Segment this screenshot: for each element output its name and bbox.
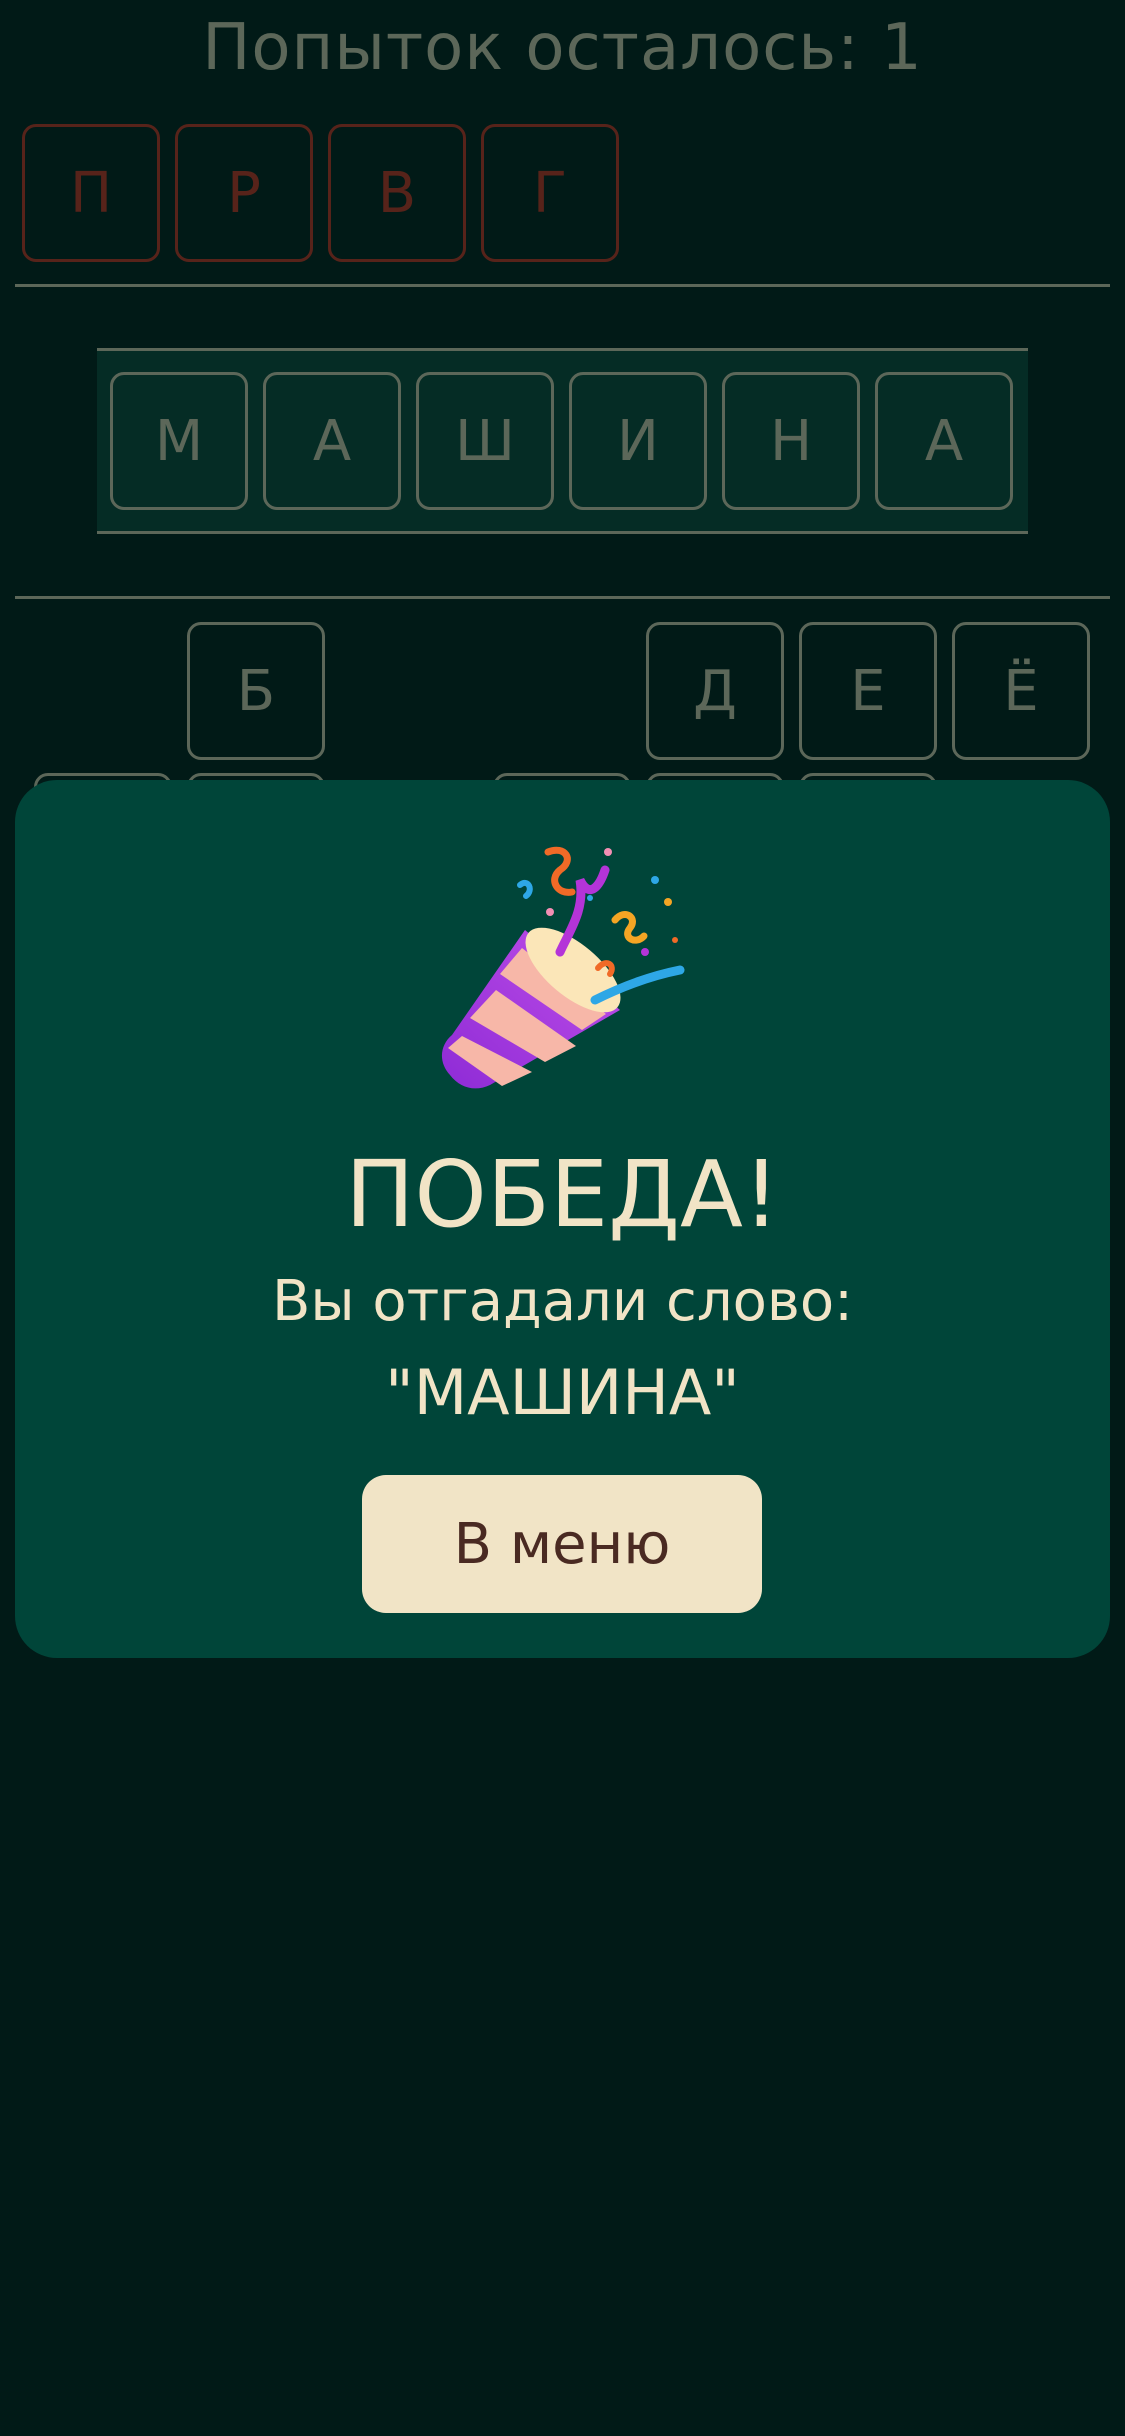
- party-popper-icon: [441, 846, 685, 1089]
- keyboard-key[interactable]: Д: [646, 622, 784, 760]
- attempts-counter: Попыток осталось: 1: [202, 11, 923, 85]
- guessed-word-text: "МАШИНА": [385, 1356, 740, 1429]
- word-letter-tile: А: [875, 372, 1013, 510]
- game-screen: Попыток осталось: 1 П Р В Г М А Ш И Н А …: [0, 0, 1125, 2436]
- modal-title: ПОБЕДА!: [345, 1141, 780, 1248]
- keyboard-key[interactable]: Ё: [952, 622, 1090, 760]
- modal-subtitle: Вы отгадали слово:: [271, 1269, 854, 1334]
- wrong-letter-tile: В: [328, 124, 466, 262]
- word-letter-tile: Н: [722, 372, 860, 510]
- word-letter-tile: Ш: [416, 372, 554, 510]
- keyboard-key[interactable]: Е: [799, 622, 937, 760]
- wrong-letter-tile: Г: [481, 124, 619, 262]
- win-modal: ПОБЕДА! Вы отгадали слово: "МАШИНА" В ме…: [15, 780, 1110, 1658]
- keyboard-key[interactable]: Б: [187, 622, 325, 760]
- word-letter-tile: М: [110, 372, 248, 510]
- divider: [15, 596, 1110, 599]
- wrong-letter-tile: П: [22, 124, 160, 262]
- wrong-letter-tile: Р: [175, 124, 313, 262]
- menu-button[interactable]: В меню: [362, 1475, 762, 1613]
- word-letter-tile: А: [263, 372, 401, 510]
- divider: [15, 284, 1110, 287]
- word-letter-tile: И: [569, 372, 707, 510]
